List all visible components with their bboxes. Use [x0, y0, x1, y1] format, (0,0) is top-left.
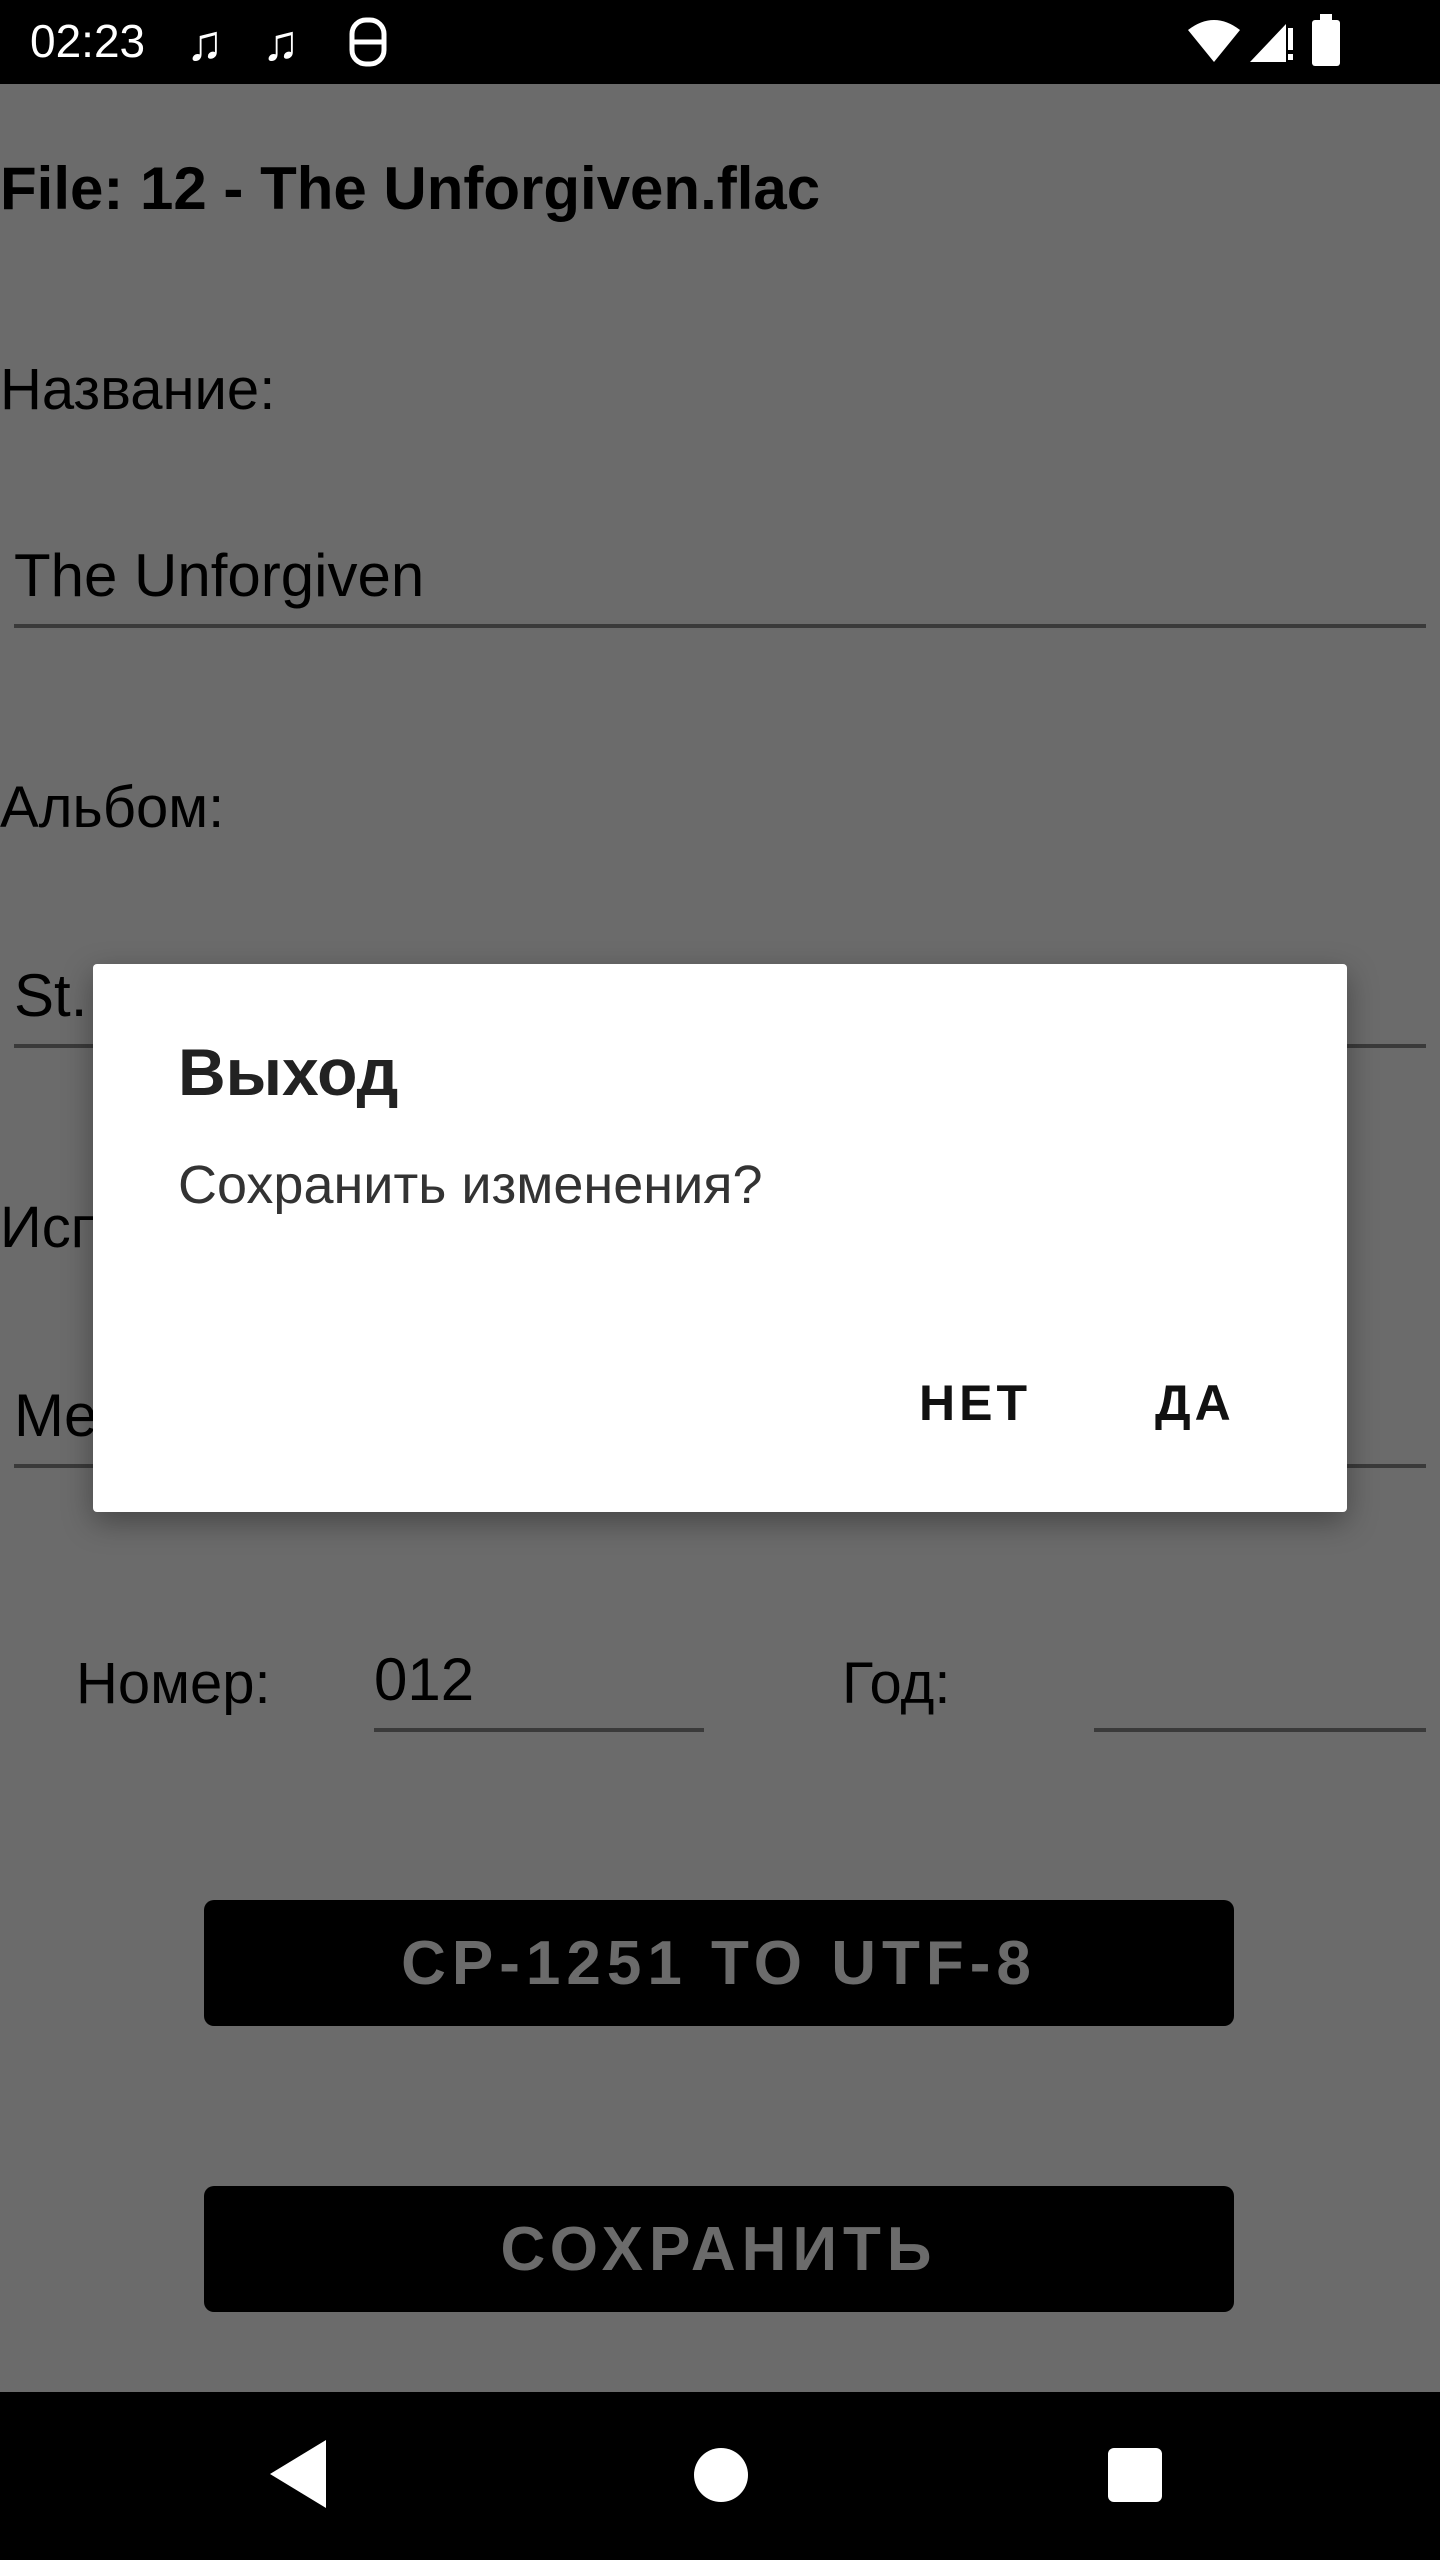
number-value: 012: [374, 1646, 475, 1713]
music-note-icon: ♫: [186, 15, 224, 71]
signal-icon: [1250, 24, 1293, 62]
dialog-message: Сохранить изменения?: [178, 1155, 763, 1215]
status-time: 02:23: [30, 15, 146, 67]
album-label: Альбом:: [0, 775, 225, 840]
exit-dialog: Выход Сохранить изменения? НЕТ ДА: [93, 964, 1347, 1512]
dialog-no-button[interactable]: НЕТ: [919, 1374, 1031, 1432]
navigation-bar: [0, 2392, 1440, 2560]
artist-label: Исп: [0, 1195, 103, 1260]
artist-value: Me: [14, 1382, 98, 1449]
dialog-yes-button[interactable]: ДА: [1155, 1374, 1235, 1432]
music-note-icon: ♫: [262, 15, 300, 71]
number-field[interactable]: 012: [374, 1618, 704, 1732]
back-icon[interactable]: [270, 2440, 326, 2508]
battery-icon: [1312, 14, 1340, 66]
number-label: Номер:: [76, 1651, 271, 1716]
year-label: Год:: [842, 1651, 951, 1716]
file-title: File: 12 - The Unforgiven.flac: [0, 155, 821, 222]
year-field[interactable]: [1094, 1618, 1426, 1732]
save-button[interactable]: СОХРАНИТЬ: [204, 2186, 1234, 2312]
dialog-title: Выход: [178, 1035, 399, 1109]
status-bar: 02:23 ♫ ♫: [0, 0, 1440, 84]
home-icon[interactable]: [694, 2448, 748, 2502]
wifi-icon: [1188, 20, 1240, 62]
album-value: St.: [14, 962, 88, 1029]
sim-icon: [349, 17, 387, 67]
convert-encoding-button[interactable]: CP-1251 TO UTF-8: [204, 1900, 1234, 2026]
recents-icon[interactable]: [1108, 2448, 1162, 2502]
title-field[interactable]: The Unforgiven: [14, 514, 1426, 628]
title-value: The Unforgiven: [14, 542, 425, 609]
title-label: Название:: [0, 357, 276, 422]
